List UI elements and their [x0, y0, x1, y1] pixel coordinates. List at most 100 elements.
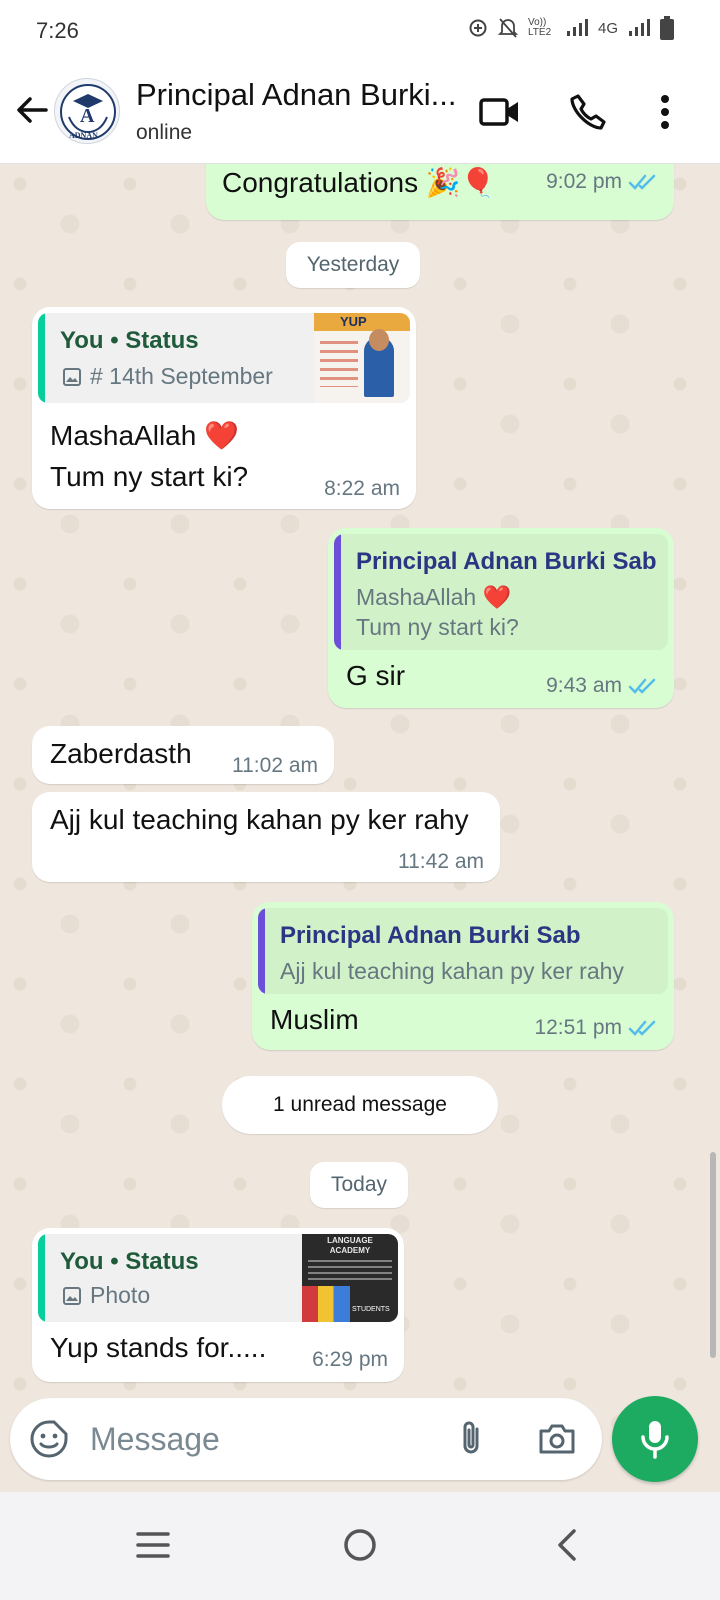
avatar[interactable]: A ADNAN: [54, 78, 120, 144]
sticker-button[interactable]: [28, 1418, 70, 1460]
message-time: 9:43 am: [546, 674, 622, 697]
contact-status: online: [136, 121, 193, 144]
menu-lines-icon: [136, 1532, 170, 1558]
message-text: Congratulations 🎉🎈: [222, 167, 496, 198]
message-time: 11:02 am: [232, 754, 318, 777]
avatar-caption: ADNAN: [69, 131, 98, 140]
quoted-status[interactable]: You • Status # 14th September YUP: [38, 313, 410, 403]
thumb-lines: [308, 1260, 392, 1282]
message-meta: 11:02 am: [232, 754, 318, 778]
signal-icon-1: [566, 19, 588, 36]
voice-message-button[interactable]: [612, 1396, 698, 1482]
quote-bar: [38, 313, 45, 403]
thumb-blocks: [302, 1286, 350, 1322]
camera-icon: [539, 1424, 575, 1454]
quote-title: You • Status: [60, 1248, 199, 1275]
message-input[interactable]: [90, 1414, 430, 1464]
quote-bar: [258, 908, 265, 994]
date-chip-today: Today: [310, 1162, 408, 1208]
network-type: 4G: [597, 19, 618, 37]
video-camera-icon: [479, 98, 518, 126]
unread-messages-chip: 1 unread message: [222, 1076, 498, 1134]
message-text: Ajj kul teaching kahan py ker rahy: [50, 804, 469, 835]
thumb-text: YUP: [340, 314, 367, 329]
message-text: Yup stands for.....: [50, 1332, 267, 1363]
more-vertical-icon: [661, 95, 669, 129]
message-bubble-in[interactable]: You • Status # 14th September YUP MashaA…: [32, 307, 416, 509]
video-call-button[interactable]: [476, 88, 524, 136]
quote-line2: Tum ny start ki?: [356, 614, 519, 640]
back-button[interactable]: [12, 90, 52, 130]
message-time: 6:29 pm: [312, 1348, 388, 1371]
chat-header: A ADNAN Principal Adnan Burki... online: [0, 62, 720, 164]
read-ticks-icon: [628, 678, 656, 694]
message-text: Zaberdasth: [50, 738, 192, 769]
message-meta: 9:02 pm: [546, 170, 658, 194]
thumb-text: LANGUAGE ACADEMY: [327, 1236, 373, 1255]
quote-title: Principal Adnan Burki Sab: [356, 548, 657, 575]
status-icons: Vo)) LTE2 4G: [468, 16, 674, 40]
paperclip-icon: [463, 1421, 479, 1454]
thumb-lines: [320, 341, 358, 387]
message-bubble-out[interactable]: Principal Adnan Burki Sab Ajj kul teachi…: [252, 902, 674, 1050]
phone-icon: [570, 94, 606, 130]
message-time: 9:02 pm: [546, 170, 622, 193]
contact-name[interactable]: Principal Adnan Burki...: [136, 77, 457, 113]
message-meta: 9:43 am: [546, 674, 658, 698]
status-time: 7:26: [36, 18, 79, 43]
message-time: 11:42 am: [398, 850, 484, 873]
voice-call-button[interactable]: [564, 88, 612, 136]
message-composer: [10, 1398, 602, 1480]
recent-apps-button[interactable]: [128, 1520, 178, 1570]
avatar-letter: A: [80, 105, 95, 127]
message-bubble-in[interactable]: Zaberdasth 11:02 am: [32, 726, 334, 784]
sticker-icon: [30, 1420, 68, 1458]
quote-line1: Ajj kul teaching kahan py ker rahy: [280, 958, 624, 984]
status-bar: 7:26 Vo)) LTE2 4G: [0, 0, 720, 62]
thumb-head: [369, 329, 389, 351]
message-meta: 11:42 am: [398, 850, 484, 874]
quoted-status[interactable]: You • Status Photo LANGUAGE ACADEMY STUD…: [38, 1234, 398, 1322]
chat-area[interactable]: Congratulations 🎉🎈 9:02 pm Yesterday You…: [0, 164, 720, 1426]
chat-scrollbar[interactable]: [710, 1152, 716, 1358]
message-time: 12:51 pm: [534, 1016, 622, 1039]
message-bubble-in[interactable]: Ajj kul teaching kahan py ker rahy 11:42…: [32, 792, 500, 882]
message-time: 8:22 am: [324, 477, 400, 500]
battery-icon: [660, 16, 674, 40]
more-options-button[interactable]: [641, 88, 689, 136]
microphone-icon: [641, 1421, 669, 1459]
camera-button[interactable]: [536, 1418, 578, 1460]
quote-title: Principal Adnan Burki Sab: [280, 922, 581, 949]
quote-subtitle: # 14th September: [90, 363, 273, 389]
message-bubble-out[interactable]: Principal Adnan Burki Sab MashaAllah ❤️ …: [328, 528, 674, 708]
system-back-button[interactable]: [542, 1520, 592, 1570]
message-meta: 6:29 pm: [312, 1348, 388, 1372]
message-text-line1: MashaAllah ❤️: [50, 420, 239, 451]
read-ticks-icon: [628, 1020, 656, 1036]
back-arrow-icon: [17, 97, 48, 123]
quoted-message[interactable]: Principal Adnan Burki Sab MashaAllah ❤️ …: [334, 534, 668, 650]
quote-title: You • Status: [60, 327, 199, 354]
attach-button[interactable]: [450, 1418, 492, 1460]
message-bubble-out[interactable]: Congratulations 🎉🎈 9:02 pm: [206, 164, 674, 220]
quoted-message[interactable]: Principal Adnan Burki Sab Ajj kul teachi…: [258, 908, 668, 994]
mute-bell-icon: [497, 18, 518, 38]
volte-indicator: Vo)) LTE2: [527, 17, 552, 38]
chevron-left-icon: [558, 1529, 576, 1561]
quote-bar: [334, 534, 341, 650]
signal-icon-2: [629, 19, 650, 36]
home-button[interactable]: [335, 1520, 385, 1570]
thumb-caption: STUDENTS: [352, 1306, 390, 1313]
date-chip-yesterday: Yesterday: [286, 242, 420, 288]
system-navigation-bar: [0, 1492, 720, 1600]
message-text-line2: Tum ny start ki?: [50, 461, 249, 492]
message-text: G sir: [346, 660, 406, 691]
message-text: Muslim: [270, 1004, 359, 1035]
read-ticks-icon: [628, 174, 656, 190]
image-icon: [63, 1287, 81, 1305]
message-bubble-in[interactable]: You • Status Photo LANGUAGE ACADEMY STUD…: [32, 1228, 404, 1382]
data-saver-icon: [469, 19, 487, 37]
status-thumbnail: YUP: [314, 313, 410, 403]
quote-subtitle: Photo: [90, 1282, 151, 1308]
status-thumbnail: LANGUAGE ACADEMY STUDENTS: [302, 1234, 398, 1322]
